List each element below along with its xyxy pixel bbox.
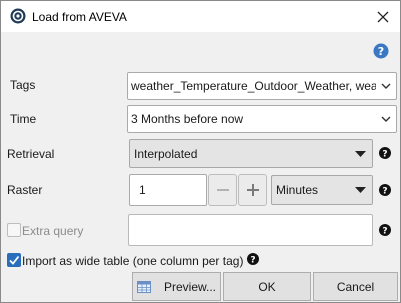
retrieval-label: Retrieval	[7, 147, 55, 161]
raster-label: Raster	[7, 183, 43, 197]
minus-icon	[216, 189, 229, 191]
cancel-label: Cancel	[336, 279, 375, 294]
extra-query-input[interactable]	[128, 214, 373, 246]
extra-query-label: Extra query	[22, 224, 84, 238]
svg-text:?: ?	[382, 187, 387, 197]
tags-label: Tags	[10, 78, 36, 92]
check-icon	[9, 255, 20, 265]
title-bar: Load from AVEVA	[1, 1, 400, 32]
tags-combobox[interactable]: weather_Temperature_Outdoor_Weather, wea…	[127, 72, 397, 100]
triangle-down-icon	[355, 187, 366, 193]
raster-unit-value: Minutes	[276, 183, 319, 197]
help-icon[interactable]: ?	[373, 43, 389, 59]
extra-query-checkbox[interactable]	[7, 223, 21, 237]
svg-text:?: ?	[250, 256, 255, 266]
raster-input[interactable]: 1	[129, 174, 207, 206]
svg-text:?: ?	[382, 150, 387, 160]
raster-unit-select[interactable]: Minutes	[271, 175, 373, 205]
chevron-down-icon	[381, 83, 391, 89]
preview-button[interactable]: Preview...	[132, 272, 221, 301]
cancel-button[interactable]: Cancel	[313, 272, 398, 301]
retrieval-select[interactable]: Interpolated	[129, 139, 373, 168]
close-icon	[377, 11, 389, 22]
retrieval-value: Interpolated	[134, 146, 198, 161]
wide-table-label: Import as wide table (one column per tag…	[22, 254, 244, 268]
decrement-button[interactable]	[208, 174, 237, 206]
raster-value: 1	[139, 183, 146, 197]
tags-value: weather_Temperature_Outdoor_Weather, wea…	[131, 79, 376, 93]
ok-label: OK	[258, 279, 276, 294]
time-combobox[interactable]: 3 Months before now	[127, 105, 397, 133]
question-icon[interactable]: ?	[247, 253, 259, 265]
question-icon[interactable]: ?	[379, 147, 391, 159]
preview-label: Preview...	[163, 279, 217, 294]
wide-table-checkbox[interactable]	[7, 253, 21, 267]
plus-icon	[246, 184, 259, 196]
load-from-aveva-dialog: Load from AVEVA ? Tags weather_Temperatu…	[0, 0, 401, 303]
close-button[interactable]	[366, 1, 400, 32]
window-title: Load from AVEVA	[32, 10, 127, 24]
question-icon[interactable]: ?	[379, 224, 391, 236]
question-icon[interactable]: ?	[379, 184, 391, 196]
svg-text:?: ?	[382, 227, 387, 237]
triangle-down-icon	[355, 150, 366, 157]
table-icon	[136, 280, 151, 293]
chevron-down-icon	[381, 116, 391, 122]
increment-button[interactable]	[238, 174, 267, 206]
time-label: Time	[10, 112, 37, 126]
time-value: 3 Months before now	[131, 112, 244, 126]
app-icon	[10, 8, 26, 24]
ok-button[interactable]: OK	[223, 272, 311, 301]
svg-text:?: ?	[378, 45, 384, 58]
